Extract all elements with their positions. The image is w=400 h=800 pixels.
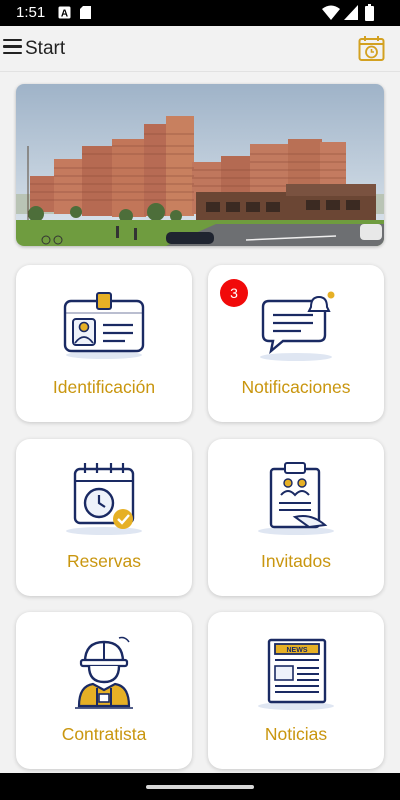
battery-icon <box>365 4 374 21</box>
chat-bell-icon <box>260 291 335 361</box>
status-bar: 1:51 A <box>0 0 400 26</box>
system-nav-bar <box>0 773 400 800</box>
home-gesture-handle[interactable] <box>146 785 254 789</box>
svg-text:A: A <box>61 9 68 20</box>
calendar-clock-check-icon <box>66 463 142 535</box>
id-badge-icon <box>63 292 145 359</box>
status-time: 1:51 <box>16 4 46 21</box>
cellular-signal-icon <box>344 5 358 20</box>
notification-count-badge: 3 <box>220 279 248 307</box>
construction-worker-icon <box>75 636 133 709</box>
app-bar: Start <box>0 26 400 72</box>
card-label: Contratista <box>61 724 147 744</box>
card-label: Notificaciones <box>241 377 351 397</box>
calendar-clock-icon[interactable] <box>358 35 385 62</box>
wifi-icon <box>322 5 340 20</box>
card-identificacion[interactable]: Identificación <box>16 265 192 422</box>
card-label: Identificación <box>52 377 156 397</box>
card-label: Noticias <box>264 724 328 744</box>
card-reservas[interactable]: Reservas <box>16 439 192 596</box>
svg-text:NEWS: NEWS <box>287 647 308 654</box>
apartment-complex-illustration <box>16 84 384 246</box>
hamburger-menu-icon[interactable] <box>3 39 23 57</box>
newspaper-icon: NEWS <box>258 638 334 710</box>
card-contratista[interactable]: Contratista <box>16 612 192 769</box>
card-invitados[interactable]: Invitados <box>208 439 384 596</box>
page-title: Start <box>25 38 66 59</box>
sd-card-icon <box>80 6 91 19</box>
guest-clipboard-icon <box>258 462 334 535</box>
card-label: Invitados <box>260 551 332 571</box>
card-notificaciones[interactable]: 3 Notificaciones <box>208 265 384 422</box>
banner-image <box>16 84 384 246</box>
a-notification-icon: A <box>58 6 71 19</box>
card-label: Reservas <box>67 551 141 571</box>
card-noticias[interactable]: NEWS Noticias <box>208 612 384 769</box>
